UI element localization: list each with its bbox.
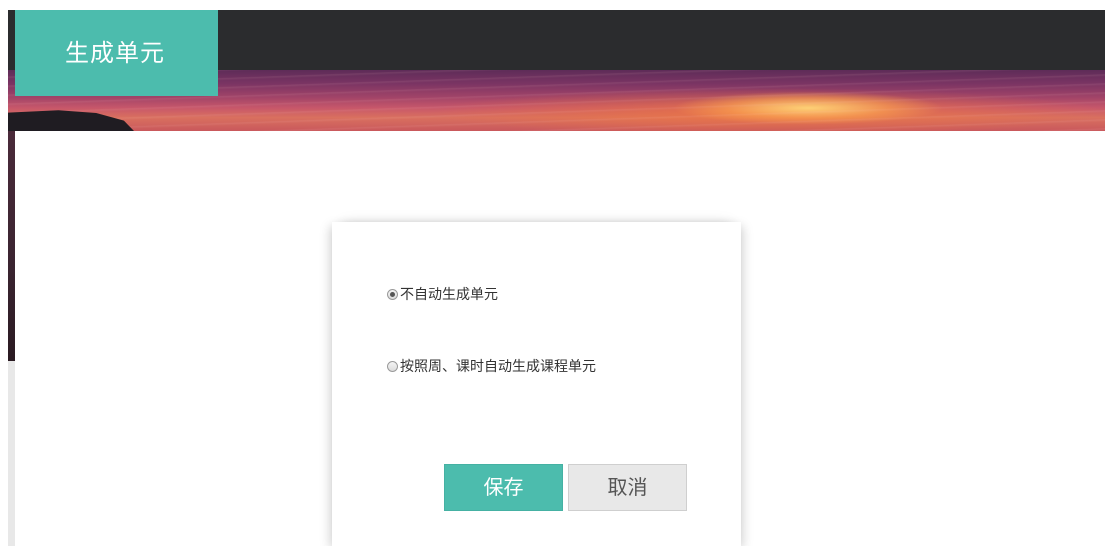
radio-no-auto-generate[interactable] (387, 288, 398, 300)
unit-generation-dialog: 不自动生成单元 按照周、课时自动生成课程单元 保存 取消 (332, 222, 741, 546)
option-no-auto-generate-label: 不自动生成单元 (400, 287, 498, 303)
option-no-auto-generate[interactable]: 不自动生成单元 (387, 284, 498, 304)
page-title: 生成单元 (15, 10, 218, 96)
save-button[interactable]: 保存 (444, 464, 563, 511)
option-auto-generate-by-week-label: 按照周、课时自动生成课程单元 (400, 359, 596, 375)
left-edge-image (8, 131, 15, 361)
cancel-button[interactable]: 取消 (568, 464, 687, 511)
page: 生成单元 不自动生成单元 按照周、课时自动生成课程单元 保存 取消 (0, 0, 1105, 546)
left-edge-gutter (8, 361, 15, 546)
radio-auto-generate-by-week[interactable] (387, 360, 398, 372)
option-auto-generate-by-week[interactable]: 按照周、课时自动生成课程单元 (387, 356, 596, 376)
